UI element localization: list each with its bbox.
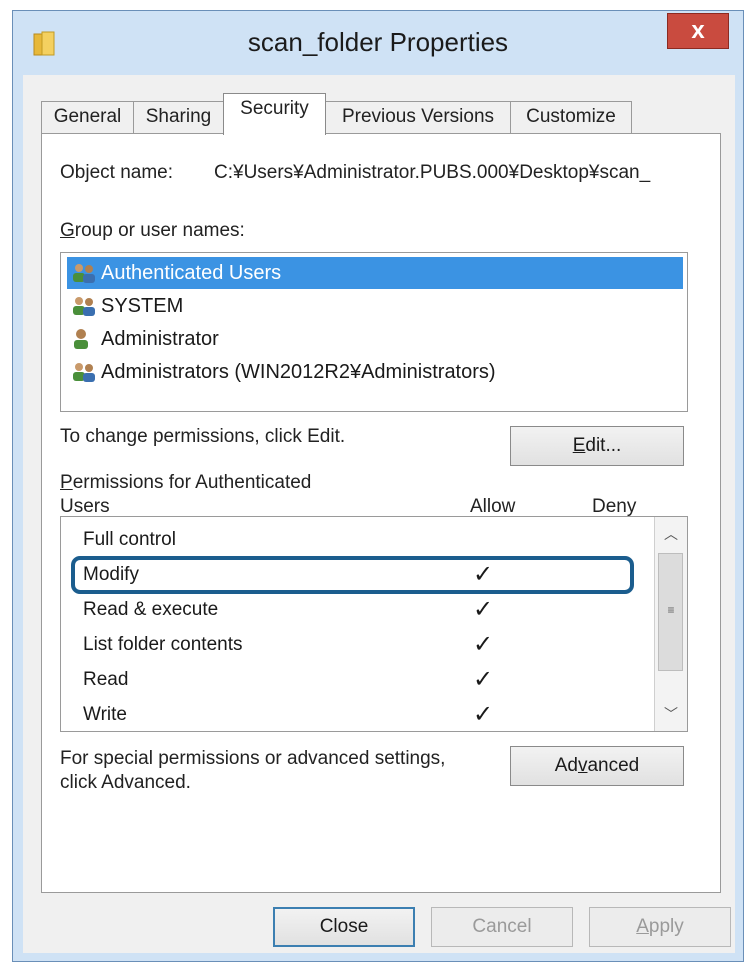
permission-row-write: Write ✓ (61, 698, 653, 731)
permission-row-read-execute: Read & execute ✓ (61, 593, 653, 627)
title-bar[interactable]: scan_folder Properties x (13, 11, 743, 77)
list-item-authenticated-users[interactable]: Authenticated Users (67, 257, 683, 289)
allow-column-header: Allow (470, 496, 516, 517)
permissions-scrollbar[interactable]: ︿ ≡ ﹀ (654, 517, 687, 731)
close-button[interactable]: Close (273, 907, 415, 947)
deny-column-header: Deny (592, 496, 637, 517)
permission-name: Read (83, 669, 129, 690)
tab-previous-versions[interactable]: Previous Versions (325, 101, 511, 133)
user-group-icon (73, 264, 95, 283)
close-window-button[interactable]: x (667, 13, 729, 49)
list-item-system[interactable]: SYSTEM (67, 290, 683, 322)
user-label: Administrator (101, 328, 219, 350)
user-label: Administrators (WIN2012R2¥Administrators… (101, 361, 496, 383)
permission-name: Write (83, 704, 127, 725)
allow-check-icon: ✓ (473, 666, 494, 693)
advanced-hint-line2: click Advanced. (60, 772, 191, 793)
tab-general[interactable]: General (41, 101, 134, 133)
advanced-hint-line1: For special permissions or advanced sett… (60, 748, 446, 769)
tab-security[interactable]: Security (223, 93, 326, 135)
list-item-administrator[interactable]: Administrator (67, 323, 683, 355)
modify-highlight-outline (71, 556, 634, 594)
grip-icon: ≡ (667, 603, 675, 617)
permission-name: List folder contents (83, 634, 243, 655)
window-title: scan_folder Properties (247, 27, 509, 57)
allow-check-icon: ✓ (473, 631, 494, 658)
user-label: Authenticated Users (101, 262, 282, 284)
object-name-label: Object name: (60, 162, 173, 183)
tab-sharing[interactable]: Sharing (133, 101, 224, 133)
user-group-icon (73, 297, 95, 316)
scroll-down-icon[interactable]: ﹀ (655, 699, 687, 729)
permission-name: Read & execute (83, 599, 219, 620)
object-name-value: C:¥Users¥Administrator.PUBS.000¥Desktop¥… (214, 162, 651, 183)
scroll-up-icon[interactable]: ︿ (655, 519, 687, 549)
permission-row-full-control: Full control (61, 523, 653, 557)
permission-row-read: Read ✓ (61, 663, 653, 697)
allow-check-icon: ✓ (473, 701, 494, 728)
dialog-client: General Sharing Security Previous Versio… (23, 75, 735, 953)
tab-customize[interactable]: Customize (510, 101, 632, 133)
list-item-administrators[interactable]: Administrators (WIN2012R2¥Administrators… (67, 356, 683, 388)
apply-button[interactable]: Apply (589, 907, 731, 947)
security-panel: Object name: C:¥Users¥Administrator.PUBS… (41, 133, 721, 893)
permissions-label-user: Users (60, 496, 110, 517)
permission-name: Full control (83, 529, 176, 550)
permission-row-list-folder-contents: List folder contents ✓ (61, 628, 653, 662)
cancel-button[interactable]: Cancel (431, 907, 573, 947)
group-user-names-label: Group or user names: (60, 220, 245, 241)
user-group-icon (73, 363, 95, 382)
user-icon (74, 329, 88, 349)
user-label: SYSTEM (101, 295, 184, 317)
permissions-list[interactable]: Full control Modify ✓ Read & execute ✓ L… (60, 516, 688, 732)
permissions-label: Permissions for Authenticated (60, 472, 312, 493)
change-permissions-hint: To change permissions, click Edit. (60, 426, 346, 447)
advanced-button[interactable]: Advanced (510, 746, 684, 786)
edit-button[interactable]: Edit... (510, 426, 684, 466)
close-icon: x (691, 17, 705, 44)
group-user-list[interactable]: Authenticated Users SYSTEM Administrator (60, 252, 688, 412)
scroll-thumb[interactable]: ≡ (658, 553, 683, 671)
properties-window: scan_folder Properties x General Sharing… (12, 10, 744, 962)
allow-check-icon: ✓ (473, 596, 494, 623)
